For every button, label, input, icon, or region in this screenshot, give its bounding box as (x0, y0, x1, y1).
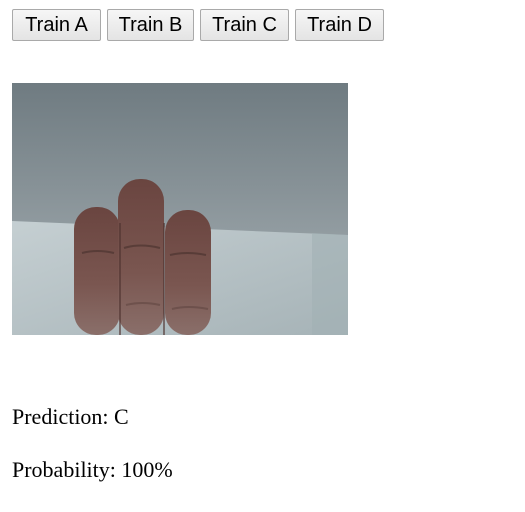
train-b-button[interactable]: Train B (107, 9, 194, 41)
train-toolbar: Train A Train B Train C Train D (12, 9, 384, 41)
train-c-button[interactable]: Train C (200, 9, 289, 41)
probability-text: Probability: 100% (12, 457, 173, 483)
prediction-text: Prediction: C (12, 404, 129, 430)
probability-label: Probability: (12, 457, 116, 482)
train-a-button[interactable]: Train A (12, 9, 101, 41)
prediction-value: C (114, 404, 129, 429)
prediction-label: Prediction: (12, 404, 109, 429)
webcam-frame-image (12, 83, 348, 335)
train-d-button[interactable]: Train D (295, 9, 384, 41)
probability-value: 100% (121, 457, 173, 482)
webcam-video (12, 83, 348, 335)
